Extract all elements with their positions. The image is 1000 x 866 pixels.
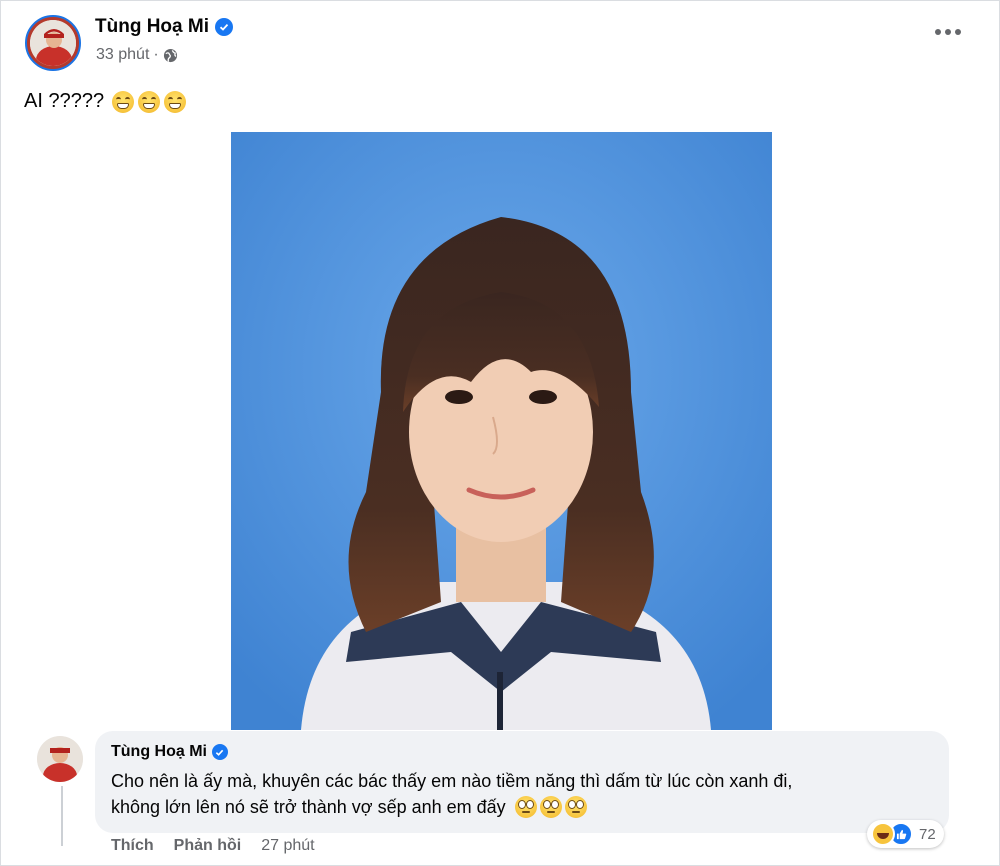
post-caption-text: AI ????? [24,90,105,112]
comment-line-2: không lớn lên nó sẽ trở thành vợ sếp anh… [111,797,506,817]
grinning-emoji-icon [112,90,135,113]
eye-roll-emoji-icon [564,796,587,818]
post-timestamp[interactable]: 33 phút [96,46,149,64]
eye-roll-emoji-icon [514,796,537,818]
grinning-emoji-icon [164,90,187,113]
verified-badge-icon [211,744,228,760]
facebook-post: Tùng Hoạ Mi 33 phút · AI ????? Tùng Hoạ … [0,0,1000,866]
meta-separator: · [153,46,159,63]
post-author-name[interactable]: Tùng Hoạ Mi [95,16,209,38]
reaction-count: 72 [919,825,936,843]
author-avatar[interactable] [25,15,81,71]
globe-icon[interactable] [163,48,178,63]
comment-line-1: Cho nên là ấy mà, khuyên các bác thấy em… [111,771,793,791]
comment-thread-line [61,786,63,846]
post-caption: AI ????? [24,90,187,113]
comment-author[interactable]: Tùng Hoạ Mi [111,743,228,761]
comment-reply-button[interactable]: Phản hồi [174,837,242,855]
post-meta: 33 phút · [96,46,178,64]
post-author[interactable]: Tùng Hoạ Mi [95,16,233,38]
post-media[interactable] [1,132,999,730]
comment-reactions[interactable]: 72 [867,820,944,848]
verified-badge-icon [214,18,233,36]
comment-actions: Thích Phản hồi 27 phút [111,837,315,855]
comment-author-name[interactable]: Tùng Hoạ Mi [111,743,207,761]
commenter-avatar[interactable] [37,736,83,782]
eye-roll-emoji-icon [539,796,562,818]
grinning-emoji-icon [138,90,161,113]
comment-bubble: Tùng Hoạ Mi Cho nên là ấy mà, khuyên các… [95,731,949,833]
portrait-photo[interactable] [231,132,772,730]
more-options-icon[interactable] [935,29,961,35]
haha-icon [871,822,895,846]
comment-timestamp[interactable]: 27 phút [261,837,314,855]
comment-line-2-row: không lớn lên nó sẽ trở thành vợ sếp anh… [111,794,931,820]
comment-like-button[interactable]: Thích [111,837,154,855]
comment-text: Cho nên là ấy mà, khuyên các bác thấy em… [111,768,931,820]
